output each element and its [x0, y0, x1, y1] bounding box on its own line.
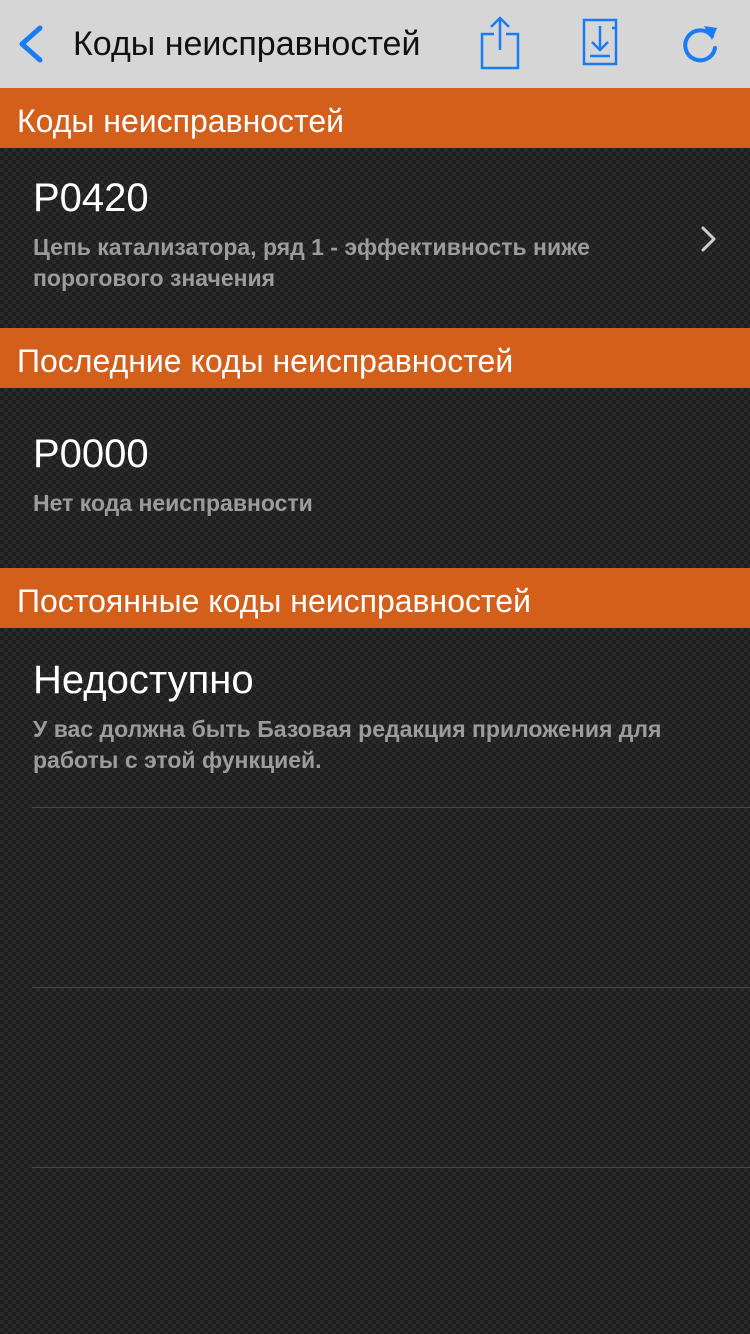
- permanent-code-row: Недоступно У вас должна быть Базовая ред…: [0, 628, 750, 808]
- fault-code-row[interactable]: P0420 Цепь катализатора, ряд 1 - эффекти…: [0, 148, 750, 328]
- fault-code: P0420: [33, 176, 149, 220]
- save-download-icon: [582, 18, 618, 66]
- page-title: Коды неисправностей: [73, 25, 421, 63]
- save-button[interactable]: [574, 14, 626, 74]
- chevron-right-icon: [701, 226, 716, 252]
- section-header-recent-codes: Последние коды неисправностей: [0, 328, 750, 388]
- recent-code-row: P0000 Нет кода неисправности: [0, 388, 750, 568]
- navigation-bar: Коды неисправностей: [0, 0, 750, 89]
- recent-fault-code: P0000: [33, 432, 149, 476]
- permanent-fault-status: Недоступно: [33, 658, 254, 702]
- fault-description: Цепь катализатора, ряд 1 - эффективность…: [33, 234, 590, 291]
- section-header-fault-codes: Коды неисправностей: [0, 88, 750, 148]
- section-header-permanent-codes: Постоянные коды неисправностей: [0, 568, 750, 628]
- refresh-icon: [683, 26, 717, 63]
- row-separator: [32, 1167, 750, 1168]
- refresh-button[interactable]: [674, 14, 726, 74]
- row-separator: [32, 807, 750, 808]
- back-button[interactable]: [12, 22, 52, 66]
- chevron-left-icon: [19, 25, 43, 63]
- share-icon: [480, 16, 520, 70]
- row-separator: [32, 987, 750, 988]
- permanent-fault-description: У вас должна быть Базовая редакция прило…: [33, 716, 662, 773]
- recent-fault-description: Нет кода неисправности: [33, 490, 313, 516]
- share-button[interactable]: [474, 14, 526, 74]
